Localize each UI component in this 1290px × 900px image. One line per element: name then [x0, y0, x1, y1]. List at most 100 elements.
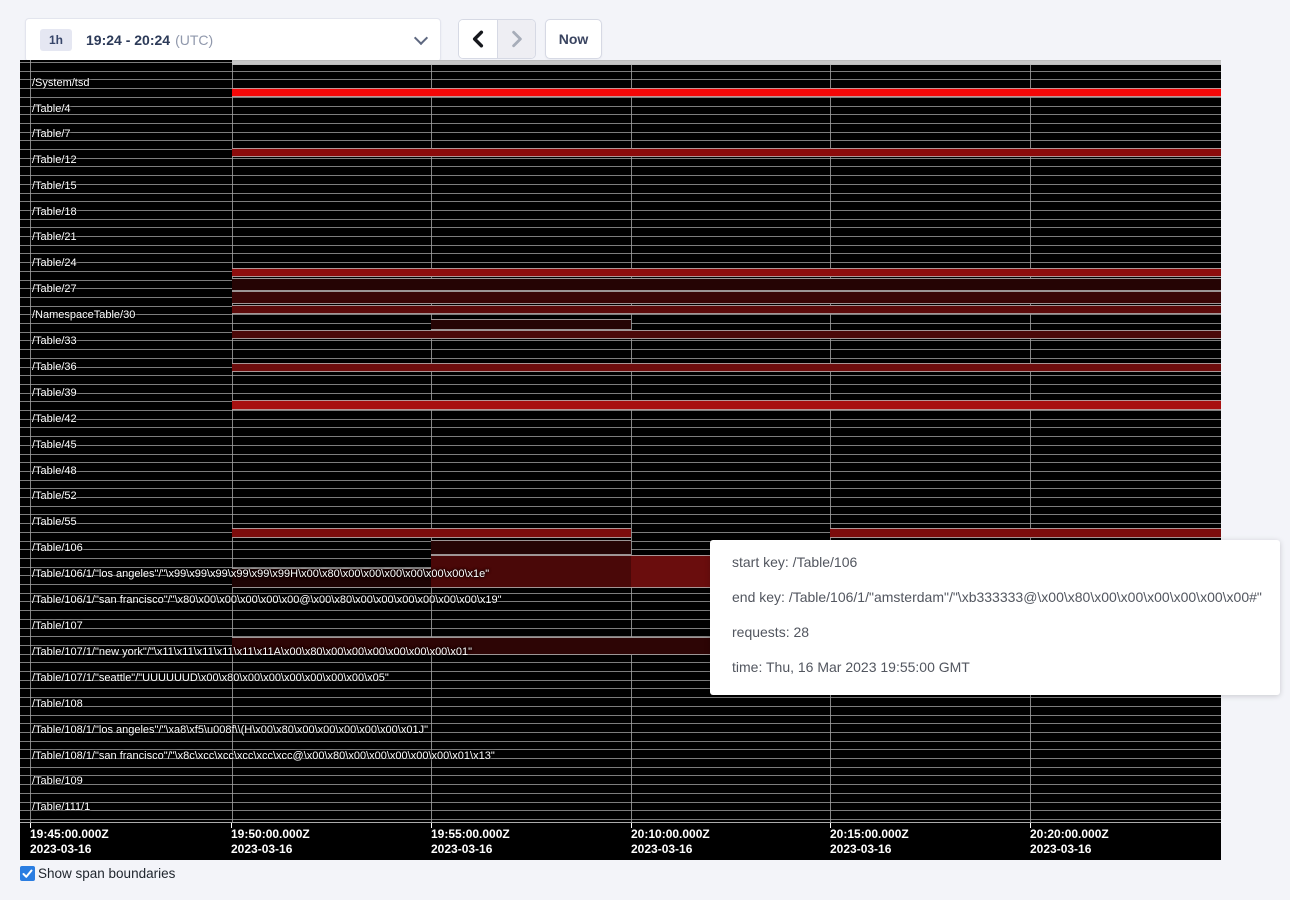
- span-boundary-line: [20, 114, 1221, 115]
- span-row-label: /Table/18: [32, 206, 77, 218]
- span-boundary-line: [20, 132, 1221, 133]
- heat-band: [431, 540, 631, 555]
- span-boundary-line: [20, 210, 1221, 211]
- span-row-label: /Table/42: [32, 413, 77, 425]
- span-row-label: /NamespaceTable/30: [32, 309, 135, 321]
- span-row-label: /Table/48: [32, 465, 77, 477]
- span-boundary-line: [20, 497, 1221, 498]
- span-boundary-line: [20, 523, 1221, 524]
- span-boundary-line: [20, 227, 1221, 228]
- span-row-label: /Table/106: [32, 542, 83, 554]
- span-boundary-line: [20, 506, 1221, 507]
- span-row-label: /Table/15: [32, 180, 77, 192]
- now-button[interactable]: Now: [545, 19, 602, 59]
- check-icon: [22, 868, 33, 879]
- span-boundary-line: [20, 158, 1221, 159]
- heat-band: [232, 363, 1221, 372]
- show-span-boundaries-row: Show span boundaries: [20, 866, 175, 881]
- span-row-label: /Table/106/1/"san francisco"/"\x80\x00\x…: [32, 594, 502, 606]
- span-boundary-line: [20, 706, 1221, 707]
- span-boundary-line: [20, 514, 1221, 515]
- span-boundary-line: [20, 767, 1221, 768]
- span-row-label: /Table/107/1/"new york"/"\x11\x11\x11\x1…: [32, 646, 472, 658]
- span-row-label: /Table/107/1/"seattle"/"UUUUUUD\x00\x80\…: [32, 672, 389, 684]
- next-range-button[interactable]: [497, 20, 535, 58]
- span-boundary-line: [20, 454, 1221, 455]
- tooltip-requests: requests: 28: [732, 624, 1258, 640]
- heat-band: [232, 268, 1221, 277]
- chevron-right-icon: [511, 30, 523, 48]
- span-boundary-line: [20, 436, 1221, 437]
- chevron-left-icon: [472, 30, 484, 48]
- span-boundary-line: [20, 802, 1221, 803]
- tooltip-start-key: start key: /Table/106: [732, 554, 1258, 570]
- span-row-label: /Table/4: [32, 103, 71, 115]
- span-row-label: /Table/45: [32, 439, 77, 451]
- span-boundary-line: [20, 340, 1221, 341]
- span-boundary-line: [20, 784, 1221, 785]
- span-row-label: /Table/107: [32, 620, 83, 632]
- span-boundary-line: [20, 193, 1221, 194]
- heat-band: [232, 88, 1221, 97]
- keyvis-canvas[interactable]: /System/tsd/Table/4/Table/7/Table/12/Tab…: [20, 60, 1221, 860]
- span-boundary-line: [20, 488, 1221, 489]
- span-boundary-line: [20, 419, 1221, 420]
- span-boundary-line: [20, 410, 1221, 411]
- time-gridline: [232, 60, 233, 822]
- span-row-label: /Table/111/1: [32, 801, 90, 813]
- time-axis-label: 19:55:00.000Z2023-03-16: [431, 827, 510, 857]
- time-axis-label: 20:20:00.000Z2023-03-16: [1030, 827, 1109, 857]
- show-span-boundaries-label: Show span boundaries: [38, 866, 175, 881]
- heat-band: [232, 148, 1221, 157]
- show-span-boundaries-checkbox[interactable]: [20, 866, 35, 881]
- time-range-selector[interactable]: 1h 19:24 - 20:24 (UTC): [25, 18, 441, 62]
- span-boundary-line: [20, 715, 1221, 716]
- time-gridline: [1030, 60, 1031, 822]
- span-row-label: /Table/109: [32, 775, 83, 787]
- span-row-label: /Table/108/1/"san francisco"/"\x8c\xcc\x…: [32, 750, 495, 762]
- time-gridline: [631, 60, 632, 822]
- heat-band: [232, 330, 1221, 339]
- span-boundary-line: [20, 123, 1221, 124]
- heat-band: [232, 60, 1221, 65]
- tooltip-time: time: Thu, 16 Mar 2023 19:55:00 GMT: [732, 659, 1258, 675]
- time-axis-label: 19:45:00.000Z2023-03-16: [30, 827, 109, 857]
- time-range-label: 19:24 - 20:24: [86, 32, 170, 48]
- span-row-label: /System/tsd: [32, 77, 89, 89]
- span-row-label: /Table/52: [32, 490, 77, 502]
- time-gridline: [431, 60, 432, 822]
- heat-band: [232, 400, 1221, 410]
- span-row-label: /Table/24: [32, 257, 77, 269]
- time-gridline: [30, 60, 31, 822]
- span-boundary-line: [20, 314, 1221, 315]
- span-boundary-line: [20, 445, 1221, 446]
- span-boundary-line: [20, 810, 1221, 811]
- heat-band: [232, 278, 1221, 291]
- span-boundary-line: [20, 775, 1221, 776]
- span-boundary-line: [20, 140, 1221, 141]
- span-boundary-line: [20, 184, 1221, 185]
- heat-band: [232, 291, 1221, 304]
- span-boundary-line: [20, 741, 1221, 742]
- heat-band: [431, 319, 631, 330]
- span-boundary-line: [20, 471, 1221, 472]
- span-boundary-line: [20, 219, 1221, 220]
- cell-tooltip: start key: /Table/106 end key: /Table/10…: [710, 540, 1280, 695]
- span-boundary-line: [20, 253, 1221, 254]
- span-boundary-line: [20, 480, 1221, 481]
- time-nav-group: [458, 19, 536, 59]
- span-row-label: /Table/27: [32, 283, 77, 295]
- span-boundary-line: [20, 375, 1221, 376]
- span-boundary-line: [20, 166, 1221, 167]
- span-boundary-line: [20, 349, 1221, 350]
- tooltip-end-key: end key: /Table/106/1/"amsterdam"/"\xb33…: [732, 589, 1258, 605]
- span-boundary-line: [20, 79, 1221, 80]
- span-row-label: /Table/106/1/"los angeles"/"\x99\x99\x99…: [32, 568, 489, 580]
- span-boundary-line: [20, 793, 1221, 794]
- prev-range-button[interactable]: [459, 20, 497, 58]
- time-gridline: [830, 60, 831, 822]
- span-boundary-line: [20, 427, 1221, 428]
- key-visualizer-page: 1h 19:24 - 20:24 (UTC) Now /System/tsd/T…: [0, 0, 1290, 900]
- span-boundary-line: [20, 106, 1221, 107]
- span-boundary-line: [20, 358, 1221, 359]
